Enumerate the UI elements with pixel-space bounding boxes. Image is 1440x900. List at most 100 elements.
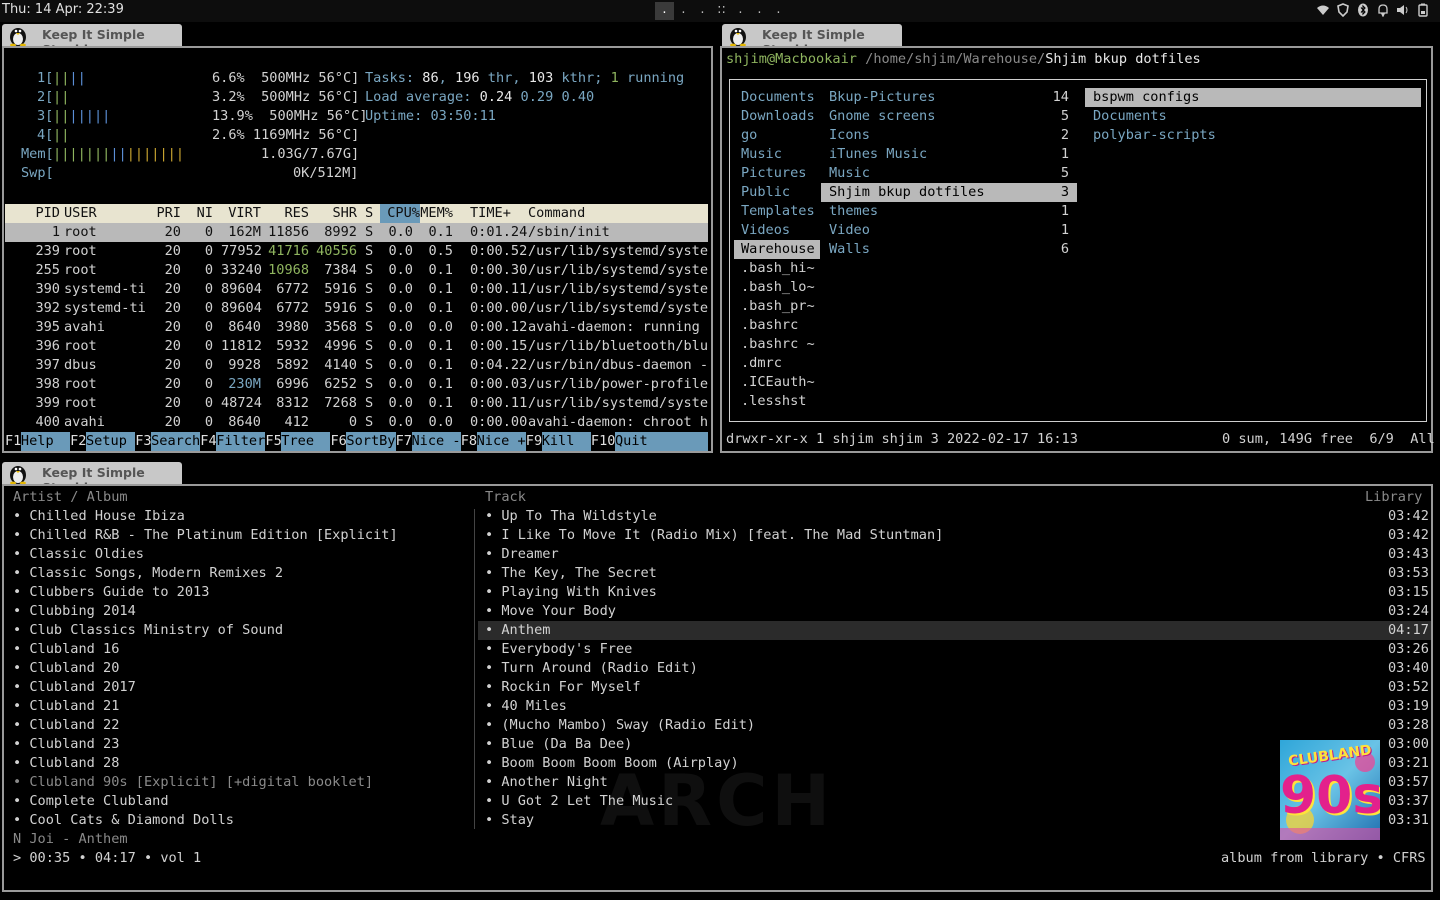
workspace-7[interactable]: . bbox=[769, 2, 788, 20]
track-item[interactable]: • Move Your Body bbox=[485, 602, 616, 621]
process-table-header[interactable]: PID USER PRI NI VIRT RES SHR S CPU% MEM% TIME+ Comm… bbox=[5, 204, 708, 223]
workspace-1[interactable]: . bbox=[655, 2, 674, 20]
process-row[interactable]: 390 systemd-ti 20 0 89604 6772 5916 S 0.0 0.1 0:00… bbox=[5, 280, 708, 299]
column-header-res[interactable]: RES bbox=[263, 204, 309, 223]
column-header-ni[interactable]: NI bbox=[191, 204, 213, 223]
track-item[interactable]: • Another Night bbox=[485, 773, 608, 792]
ranger-parent-item[interactable]: .ICEauth~ bbox=[741, 373, 815, 392]
album-item[interactable]: • Clubland 20 bbox=[13, 659, 119, 678]
process-row[interactable]: 239 root 20 0 77952 41716 40556 S 0.0 0.5 0:00.52/… bbox=[5, 242, 708, 261]
track-item[interactable]: • Blue (Da Ba Dee) bbox=[485, 735, 632, 754]
ranger-parent-item[interactable]: .dmrc bbox=[741, 354, 782, 373]
ranger-current-item[interactable]: Bkup-Pictures 14 bbox=[821, 88, 1077, 107]
fkey-F3[interactable]: F3 bbox=[135, 432, 151, 451]
track-item[interactable]: • Boom Boom Boom Boom (Airplay) bbox=[485, 754, 739, 773]
track-item[interactable]: • 40 Miles bbox=[485, 697, 567, 716]
track-item[interactable]: • Rockin For Myself bbox=[485, 678, 641, 697]
ranger-parent-item[interactable]: Warehouse bbox=[734, 240, 820, 259]
album-item[interactable]: • Classic Songs, Modern Remixes 2 bbox=[13, 564, 283, 583]
ranger-current-item[interactable]: Icons 2 bbox=[821, 126, 1077, 145]
column-header-user[interactable]: USER bbox=[64, 204, 97, 223]
ranger-current-item[interactable]: themes 1 bbox=[821, 202, 1077, 221]
fkey-F8[interactable]: F8 bbox=[461, 432, 477, 451]
ranger-current-item[interactable]: Shjim bkup dotfiles 3 bbox=[821, 183, 1077, 202]
htop-window-tab[interactable]: Keep It Simple Stupid bbox=[2, 24, 182, 57]
ranger-parent-item[interactable]: .bashrc bbox=[741, 316, 798, 335]
column-header-s[interactable]: S bbox=[365, 204, 373, 223]
fkey-F6[interactable]: F6 bbox=[331, 432, 347, 451]
album-item[interactable]: • Classic Oldies bbox=[13, 545, 144, 564]
process-row[interactable]: 399 root 20 0 48724 8312 7268 S 0.0 0.1 0:00.11/us… bbox=[5, 394, 708, 413]
fkey-label-F4[interactable]: Filter bbox=[216, 432, 266, 451]
workspace-4[interactable]: :: bbox=[712, 2, 731, 20]
workspace-2[interactable]: . bbox=[674, 2, 693, 20]
ranger-current-item[interactable]: Video 1 bbox=[821, 221, 1077, 240]
column-header-pid[interactable]: PID bbox=[31, 204, 60, 223]
ranger-current-item[interactable]: iTunes Music 1 bbox=[821, 145, 1077, 164]
album-item[interactable]: • Clubland 90s [Explicit] [+digital book… bbox=[13, 773, 373, 792]
album-item[interactable]: • Clubbers Guide to 2013 bbox=[13, 583, 209, 602]
track-item[interactable]: • Stay bbox=[485, 811, 534, 830]
process-row[interactable]: 397 dbus 20 0 9928 5892 4140 S 0.0 0.1 0:04.22/usr… bbox=[5, 356, 708, 375]
fkey-F1[interactable]: F1 bbox=[5, 432, 21, 451]
fkey-label-F10[interactable]: Quit bbox=[615, 432, 708, 451]
fkey-label-F3[interactable]: Search bbox=[151, 432, 201, 451]
fkey-F4[interactable]: F4 bbox=[200, 432, 216, 451]
process-row[interactable]: 400 avahi 20 0 8640 412 0 S 0.0 0.0 0:00.00 avahi-d… bbox=[5, 413, 708, 432]
workspace-5[interactable]: . bbox=[731, 2, 750, 20]
track-item[interactable]: • Everybody's Free bbox=[485, 640, 632, 659]
battery-icon[interactable] bbox=[1416, 3, 1430, 17]
track-item[interactable]: • Dreamer bbox=[485, 545, 559, 564]
ranger-parent-item[interactable]: Downloads bbox=[741, 107, 815, 126]
process-row[interactable]: 396 root 20 0 11812 5932 4996 S 0.0 0.1 0:00.15/us… bbox=[5, 337, 708, 356]
fkey-label-F2[interactable]: Setup bbox=[86, 432, 136, 451]
track-item[interactable]: • Anthem bbox=[485, 621, 550, 640]
album-item[interactable]: • Chilled House Ibiza bbox=[13, 507, 185, 526]
track-item[interactable]: • U Got 2 Let The Music bbox=[485, 792, 673, 811]
ranger-parent-item[interactable]: Documents bbox=[741, 88, 815, 107]
track-item[interactable]: • The Key, The Secret bbox=[485, 564, 657, 583]
column-header-virt[interactable]: VIRT bbox=[221, 204, 261, 223]
fkey-label-F6[interactable]: SortBy bbox=[346, 432, 396, 451]
ranger-parent-item[interactable]: Videos bbox=[741, 221, 790, 240]
album-item[interactable]: • Club Classics Ministry of Sound bbox=[13, 621, 283, 640]
track-item[interactable]: • I Like To Move It (Radio Mix) [feat. T… bbox=[485, 526, 943, 545]
fkey-label-F9[interactable]: Kill bbox=[541, 432, 591, 451]
fkey-F5[interactable]: F5 bbox=[265, 432, 281, 451]
ranger-window-tab[interactable]: Keep It Simple Stupid bbox=[722, 24, 902, 57]
ranger-preview-item[interactable]: polybar-scripts bbox=[1085, 126, 1421, 145]
album-item[interactable]: • Cool Cats & Diamond Dolls bbox=[13, 811, 234, 830]
workspace-3[interactable]: . bbox=[693, 2, 712, 20]
wifi-icon[interactable] bbox=[1316, 3, 1330, 17]
cmus-window-tab[interactable]: Keep It Simple Stupid bbox=[2, 462, 182, 495]
ranger-parent-item[interactable]: .bash_pr~ bbox=[741, 297, 815, 316]
fkey-F2[interactable]: F2 bbox=[70, 432, 86, 451]
ranger-parent-item[interactable]: go bbox=[741, 126, 757, 145]
album-item[interactable]: • Clubland 28 bbox=[13, 754, 119, 773]
ranger-preview-item[interactable]: Documents bbox=[1085, 107, 1421, 126]
fkey-F7[interactable]: F7 bbox=[396, 432, 412, 451]
album-item[interactable]: • Clubbing 2014 bbox=[13, 602, 136, 621]
album-item[interactable]: • Chilled R&B - The Platinum Edition [Ex… bbox=[13, 526, 398, 545]
track-item[interactable]: • Turn Around (Radio Edit) bbox=[485, 659, 698, 678]
column-header-cpu[interactable]: CPU% bbox=[380, 204, 420, 223]
bluetooth-icon[interactable] bbox=[1356, 3, 1370, 17]
fkey-label-F7[interactable]: Nice - bbox=[411, 432, 461, 451]
column-header-pri[interactable]: PRI bbox=[152, 204, 181, 223]
track-item[interactable]: • Playing With Knives bbox=[485, 583, 657, 602]
ranger-current-item[interactable]: Music 5 bbox=[821, 164, 1077, 183]
fkey-label-F1[interactable]: Help bbox=[20, 432, 70, 451]
fkey-F10[interactable]: F10 bbox=[591, 432, 616, 451]
ranger-parent-item[interactable]: Music bbox=[741, 145, 782, 164]
ranger-parent-item[interactable]: Templates bbox=[741, 202, 815, 221]
ranger-parent-item[interactable]: .bashrc ~ bbox=[741, 335, 815, 354]
ranger-parent-item[interactable]: Pictures bbox=[741, 164, 806, 183]
ranger-parent-item[interactable]: .lesshst bbox=[741, 392, 806, 411]
ranger-current-item[interactable]: Walls 6 bbox=[821, 240, 1077, 259]
process-row[interactable]: 255 root 20 0 33240 10968 7384 S 0.0 0.1 0:00.30/u… bbox=[5, 261, 708, 280]
column-header-cmd[interactable]: Command bbox=[528, 204, 585, 223]
volume-icon[interactable] bbox=[1396, 3, 1410, 17]
track-item[interactable]: • Up To Tha Wildstyle bbox=[485, 507, 657, 526]
album-item[interactable]: • Complete Clubland bbox=[13, 792, 169, 811]
column-header-mem[interactable]: MEM% bbox=[420, 204, 453, 223]
